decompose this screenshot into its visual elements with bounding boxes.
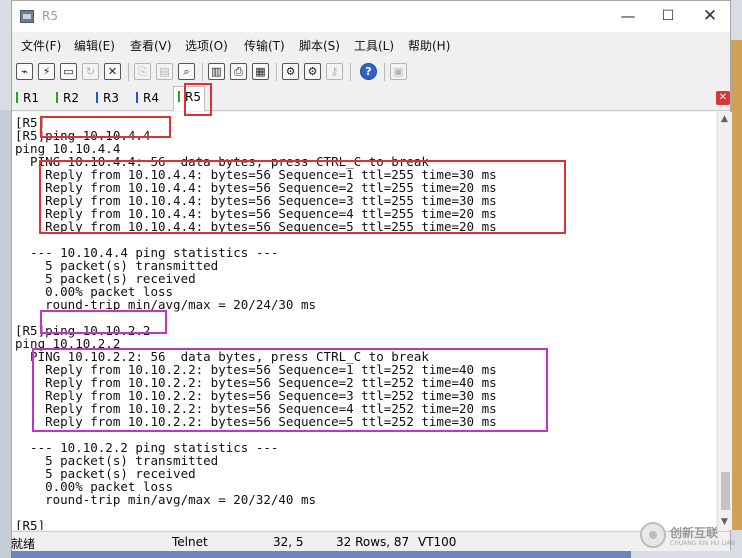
- toolbar-separator: [276, 63, 277, 81]
- watermark-text: 创新互联: [670, 526, 719, 540]
- quick-connect-icon[interactable]: ⚡: [38, 63, 55, 80]
- tab-r4[interactable]: R4: [136, 90, 159, 109]
- status-ready: 就绪: [11, 537, 36, 551]
- disconnect-icon[interactable]: ✕: [104, 63, 121, 80]
- menu-file[interactable]: 文件(F): [21, 37, 61, 54]
- maximize-button[interactable]: ☐: [648, 4, 688, 28]
- menu-view[interactable]: 查看(V): [130, 37, 172, 54]
- keymap-icon[interactable]: ⚷: [326, 63, 343, 80]
- find-icon[interactable]: ⌕: [178, 63, 195, 80]
- minimize-button[interactable]: —: [608, 4, 648, 28]
- tab-r3[interactable]: R3: [96, 90, 119, 109]
- terminal-line: [R5]: [15, 518, 46, 530]
- menu-script[interactable]: 脚本(S): [299, 37, 340, 54]
- tab-label: R4: [143, 91, 159, 105]
- paste-icon[interactable]: ▤: [156, 63, 173, 80]
- menu-bar: 文件(F) 编辑(E) 查看(V) 选项(O) 传输(T) 脚本(S) 工具(L…: [12, 34, 730, 56]
- tab-label: R2: [63, 91, 79, 105]
- terminal-output[interactable]: [R5] [R5]ping 10.10.4.4 ping 10.10.4.4 PIN…: [12, 112, 716, 530]
- tab-status-mark: [136, 92, 138, 103]
- tab-status-mark: [16, 92, 18, 103]
- session-tabs: R1 R2 R3 R4 R5 ✕: [12, 86, 730, 111]
- watermark-logo: 创新互联 CHUANG XIN HU LIAN: [640, 521, 742, 551]
- close-tab-icon[interactable]: ✕: [716, 91, 730, 105]
- tab-r5[interactable]: R5: [173, 86, 205, 111]
- help-icon[interactable]: ?: [360, 63, 377, 80]
- status-rows: 32 Rows, 87: [336, 535, 410, 549]
- print-icon[interactable]: ⎙: [230, 63, 247, 80]
- copy-icon[interactable]: ⎘: [134, 63, 151, 80]
- print-setup-icon[interactable]: ▥: [208, 63, 225, 80]
- title-bar[interactable]: R5 — ☐ ✕: [12, 1, 730, 32]
- tab-r2[interactable]: R2: [56, 90, 79, 109]
- terminal-line: Reply from 10.10.2.2: bytes=56 Sequence=…: [15, 414, 497, 429]
- terminal-window: R5 — ☐ ✕ 文件(F) 编辑(E) 查看(V) 选项(O) 传输(T) 脚…: [11, 0, 732, 551]
- terminal-scrollbar[interactable]: ▲ ▼: [717, 112, 732, 530]
- print-screen-icon[interactable]: ▦: [252, 63, 269, 80]
- tab-status-mark: [178, 91, 180, 102]
- tab-label: R5: [185, 90, 201, 104]
- tab-label: R3: [103, 91, 119, 105]
- status-protocol: Telnet: [172, 535, 208, 549]
- tab-status-mark: [56, 92, 58, 103]
- reconnect-icon[interactable]: ↻: [82, 63, 99, 80]
- connect-icon[interactable]: ⌁: [16, 63, 33, 80]
- connect-tab-icon[interactable]: ▭: [60, 63, 77, 80]
- menu-options[interactable]: 选项(O): [185, 37, 228, 54]
- terminal-line: Reply from 10.10.4.4: bytes=56 Sequence=…: [15, 219, 497, 234]
- menu-tools[interactable]: 工具(L): [354, 37, 394, 54]
- status-cursor-position: 32, 5: [273, 535, 304, 549]
- window-title: R5: [42, 9, 58, 23]
- scroll-up-icon[interactable]: ▲: [721, 114, 728, 124]
- watermark-logo-icon: [640, 522, 666, 548]
- watermark-subtext: CHUANG XIN HU LIAN: [670, 540, 736, 547]
- toolbar-separator: [384, 63, 385, 81]
- terminal-line: round-trip min/avg/max = 20/24/30 ms: [15, 297, 317, 312]
- app-icon: [20, 10, 34, 23]
- menu-transfer[interactable]: 传输(T): [244, 37, 285, 54]
- scroll-thumb[interactable]: [721, 472, 730, 510]
- tab-r1[interactable]: R1: [16, 90, 39, 109]
- status-bar: 就绪 Telnet 32, 5 32 Rows, 87 VT100: [11, 531, 730, 551]
- global-options-icon[interactable]: ⚙: [304, 63, 321, 80]
- tab-status-mark: [96, 92, 98, 103]
- menu-edit[interactable]: 编辑(E): [74, 37, 115, 54]
- toolbar-separator: [202, 63, 203, 81]
- toolbar-separator: [350, 63, 351, 81]
- session-options-icon[interactable]: ⚙: [282, 63, 299, 80]
- tab-label: R1: [23, 91, 39, 105]
- status-terminal-type: VT100: [418, 535, 457, 549]
- sftp-icon[interactable]: ▣: [390, 63, 407, 80]
- menu-help[interactable]: 帮助(H): [408, 37, 450, 54]
- toolbar-separator: [128, 63, 129, 81]
- close-button[interactable]: ✕: [690, 4, 730, 28]
- toolbar: ⌁ ⚡ ▭ ↻ ✕ ⎘ ▤ ⌕ ▥ ⎙ ▦ ⚙ ⚙ ⚷ ? ▣: [12, 59, 730, 85]
- terminal-line: round-trip min/avg/max = 20/32/40 ms: [15, 492, 317, 507]
